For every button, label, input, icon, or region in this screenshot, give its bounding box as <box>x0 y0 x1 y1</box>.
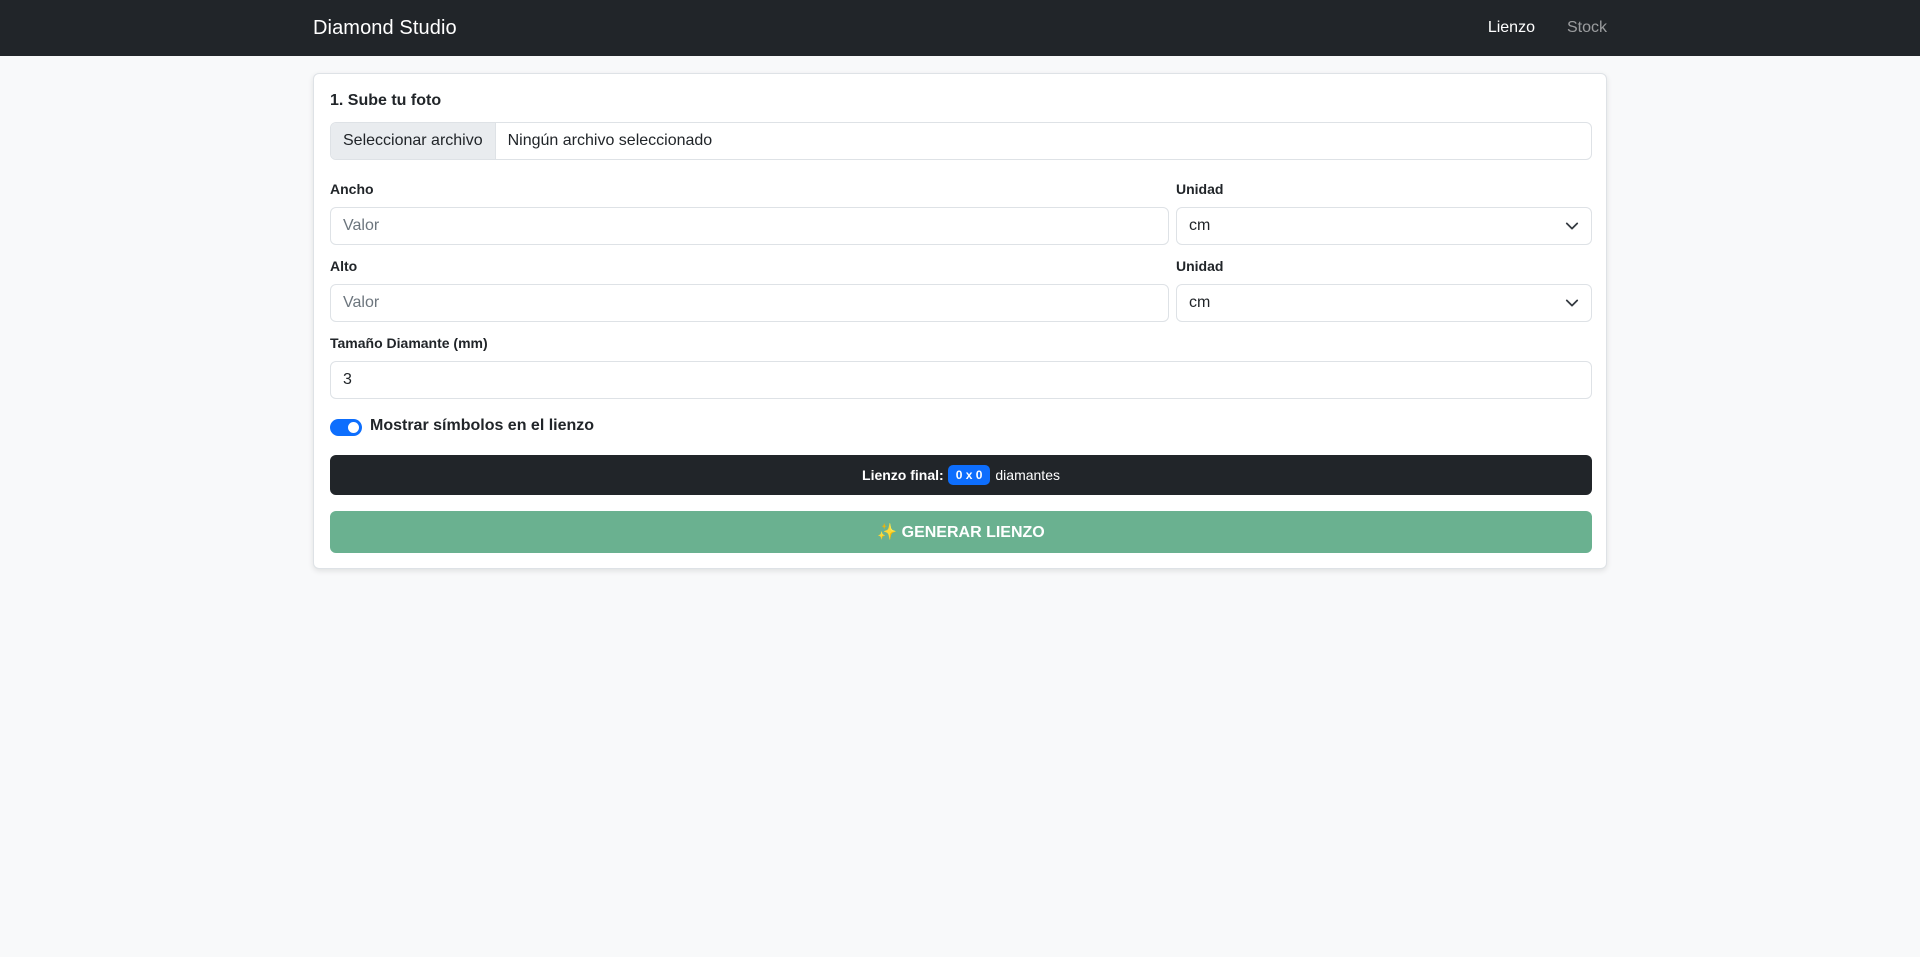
canvas-size-badge: 0 x 0 <box>947 465 991 485</box>
width-unit-select[interactable]: cm <box>1176 207 1592 245</box>
width-label: Ancho <box>330 181 374 197</box>
height-unit-value: cm <box>1189 294 1211 311</box>
nav-link-lienzo[interactable]: Lienzo <box>1488 19 1535 37</box>
chevron-down-icon <box>1565 222 1579 230</box>
width-input[interactable] <box>330 207 1169 245</box>
nav-links: Lienzo Stock <box>1456 19 1607 37</box>
nav-link-stock[interactable]: Stock <box>1567 19 1607 37</box>
height-input[interactable] <box>330 284 1169 322</box>
canvas-info-suffix: diamantes <box>995 467 1060 483</box>
brand-logo-text[interactable]: Diamond Studio <box>313 17 457 40</box>
canvas-info-label: Lienzo final: <box>862 467 944 483</box>
height-unit-label: Unidad <box>1176 258 1224 274</box>
show-symbols-toggle[interactable] <box>330 419 362 436</box>
diamond-size-label: Tamaño Diamante (mm) <box>330 335 488 351</box>
show-symbols-label[interactable]: Mostrar símbolos en el lienzo <box>370 417 594 435</box>
toggle-knob <box>348 422 359 433</box>
navbar-container: Diamond Studio Lienzo Stock <box>313 0 1607 56</box>
chevron-down-icon <box>1565 299 1579 307</box>
width-unit-label: Unidad <box>1176 181 1224 197</box>
width-unit-value: cm <box>1189 217 1211 234</box>
canvas-size-info-bar: Lienzo final: 0 x 0 diamantes <box>330 455 1592 495</box>
height-label: Alto <box>330 258 358 274</box>
top-navbar: Diamond Studio Lienzo Stock <box>0 0 1920 56</box>
photo-file-input[interactable]: Seleccionar archivo Ningún archivo selec… <box>330 122 1592 160</box>
generate-canvas-button[interactable]: ✨ GENERAR LIENZO <box>330 511 1592 553</box>
file-select-button[interactable]: Seleccionar archivo <box>331 123 496 159</box>
diamond-size-input[interactable] <box>330 361 1592 399</box>
height-unit-select[interactable]: cm <box>1176 284 1592 322</box>
file-status-text: Ningún archivo seleccionado <box>507 132 713 149</box>
section-title: 1. Sube tu foto <box>330 92 442 109</box>
canvas-form-card: 1. Sube tu foto Seleccionar archivo Ning… <box>313 73 1607 569</box>
generate-button-label: ✨ GENERAR LIENZO <box>877 524 1045 541</box>
